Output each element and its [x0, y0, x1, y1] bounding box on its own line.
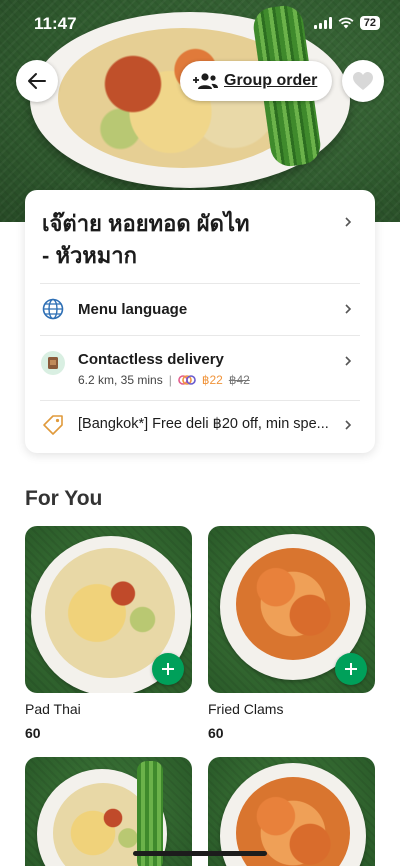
menu-language-label[interactable]: Menu language: [78, 301, 187, 318]
separator: |: [168, 373, 172, 387]
plus-icon: [162, 663, 174, 675]
battery-icon: 72: [359, 16, 380, 30]
chevron-right-icon[interactable]: [343, 420, 353, 430]
delivery-fee-original: ฿42: [228, 373, 250, 387]
status-time: 11:47: [34, 14, 77, 33]
add-group-icon: [193, 73, 218, 89]
restaurant-name-line1: เจ๊ต่าย หอยทอด ผัดไท: [42, 211, 250, 236]
restaurant-name-line2: - หัวหมาก: [42, 243, 137, 268]
item-image-next-2[interactable]: [208, 757, 375, 866]
delivery-fee-discounted: ฿22: [201, 373, 223, 387]
divider: [40, 335, 360, 336]
distance-time: 6.2 km, 35 mins: [78, 373, 163, 387]
fried-clams-food: [236, 548, 350, 660]
item-image-fried-clams[interactable]: [208, 526, 375, 693]
restaurant-info-card: เจ๊ต่าย หอยทอด ผัดไท - หัวหมาก Menu lang…: [25, 190, 375, 453]
status-bar: 11:47 72: [0, 0, 400, 48]
status-icons: 72: [313, 16, 380, 30]
delivery-box-icon: [41, 351, 65, 375]
globe-icon: [41, 297, 65, 321]
heart-icon: [353, 72, 373, 90]
item-price-pad-thai: 60: [25, 725, 41, 741]
chevron-right-icon[interactable]: [343, 304, 353, 314]
home-indicator[interactable]: [133, 851, 267, 856]
divider: [40, 283, 360, 284]
item-name-pad-thai[interactable]: Pad Thai: [25, 701, 81, 717]
signal-icon: [313, 17, 332, 29]
for-you-title: For You: [25, 487, 103, 510]
delivery-details: 6.2 km, 35 mins | ฿22 ฿42: [78, 373, 250, 387]
back-button[interactable]: [16, 60, 58, 102]
promo-text[interactable]: [Bangkok*] Free deli ฿20 off, min spe...: [78, 416, 329, 432]
chevron-right-icon[interactable]: [343, 356, 353, 366]
item-image-next-1[interactable]: [25, 757, 192, 866]
add-pad-thai-button[interactable]: [152, 653, 184, 685]
wifi-icon: [338, 17, 354, 29]
plus-icon: [345, 663, 357, 675]
group-order-button[interactable]: Group order: [180, 61, 332, 101]
item-name-fried-clams[interactable]: Fried Clams: [208, 701, 283, 717]
group-order-label: Group order: [224, 72, 318, 89]
divider: [40, 400, 360, 401]
item-price-fried-clams: 60: [208, 725, 224, 741]
subscription-badge-icon: [178, 375, 196, 385]
item-image-pad-thai[interactable]: [25, 526, 192, 693]
restaurant-name[interactable]: เจ๊ต่าย หอยทอด ผัดไท - หัวหมาก: [42, 208, 322, 272]
chevron-right-icon[interactable]: [343, 217, 353, 227]
back-arrow-icon: [28, 73, 46, 89]
favorite-button[interactable]: [342, 60, 384, 102]
discount-tag-icon: [41, 413, 65, 437]
add-fried-clams-button[interactable]: [335, 653, 367, 685]
delivery-title[interactable]: Contactless delivery: [78, 351, 224, 368]
